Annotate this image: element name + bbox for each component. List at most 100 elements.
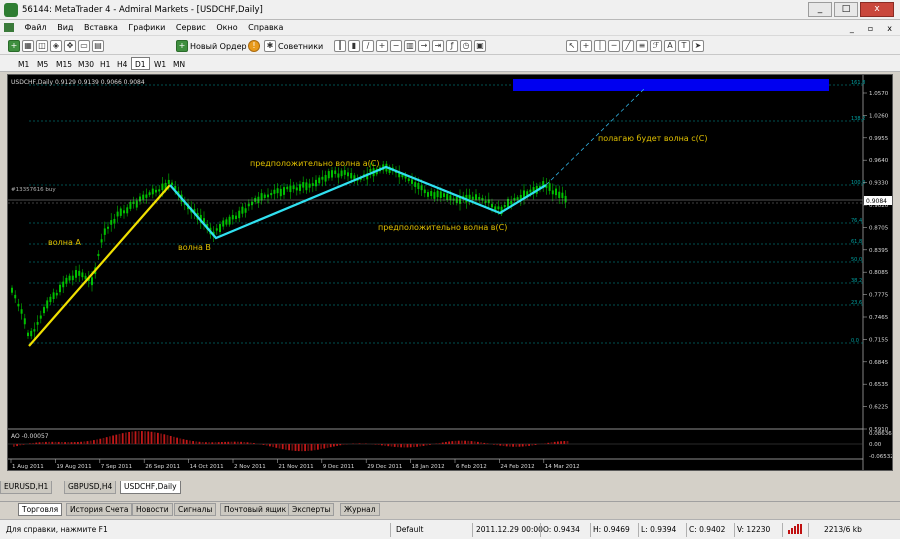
date-tick-label: 24 Feb 2012 [500,464,534,470]
target-zone-rectangle[interactable] [513,79,829,91]
cursor-icon[interactable]: ↖ [566,40,578,52]
chart-background [8,75,892,470]
status-close: C: 0.9402 [689,525,726,534]
terminal-tab-journal[interactable]: Журнал [340,503,380,516]
terminal-tab-news[interactable]: Новости [132,503,173,516]
templates-icon[interactable]: ▣ [474,40,486,52]
metaeditor-icon[interactable]: ! [248,40,260,52]
candle-body [347,172,349,177]
date-tick-label: 14 Oct 2011 [190,464,224,470]
candle-body [110,220,113,225]
timeframe-m5[interactable]: M5 [33,57,52,70]
terminal-tab-mailbox[interactable]: Почтовый ящик [220,503,291,516]
ao-bar [275,444,278,448]
data-window-icon[interactable]: ◈ [50,40,62,52]
menu-tools[interactable]: Сервис [176,20,206,35]
timeframe-mn[interactable]: MN [169,57,189,70]
menu-icon[interactable] [4,23,14,32]
menu-window[interactable]: Окно [216,20,237,35]
ao-bar [387,444,390,447]
candle-body [497,206,500,210]
candle-body [43,307,45,314]
timeframe-m30[interactable]: M30 [74,57,98,70]
candle-body [228,216,231,225]
timeframe-h1[interactable]: H1 [96,57,114,70]
fibonacci-icon[interactable]: ℱ [650,40,662,52]
autoscroll-icon[interactable]: → [418,40,430,52]
minimize-button[interactable]: _ [808,2,832,17]
expert-advisors-button[interactable]: Советники [278,42,323,51]
chart-shift-icon[interactable]: ⇥ [432,40,444,52]
bar-chart-icon[interactable]: ┃ [334,40,346,52]
new-chart-icon[interactable]: + [8,40,20,52]
ao-bar [70,442,73,444]
candle-body [145,194,148,198]
indicators-icon[interactable]: ƒ [446,40,458,52]
menu-help[interactable]: Справка [248,20,283,35]
arrows-icon[interactable]: ➤ [692,40,704,52]
terminal-tab-signals[interactable]: Сигналы [174,503,217,516]
menu-insert[interactable]: Вставка [84,20,118,35]
timeframe-h4[interactable]: H4 [113,57,131,70]
connection-bars-icon[interactable] [788,524,802,534]
periods-icon[interactable]: ◷ [460,40,472,52]
tile-windows-icon[interactable]: ▥ [404,40,416,52]
chart-tab-eurusd[interactable]: EURUSD,H1 [0,481,53,494]
candlestick-icon[interactable]: ▮ [348,40,360,52]
candle-body [260,193,263,201]
ao-bar [41,442,44,444]
market-watch-icon[interactable]: ◫ [36,40,48,52]
line-chart-icon[interactable]: ∕ [362,40,374,52]
main-toolbar: + ▦ ◫ ◈ ✥ ▭ ▤ + Новый Ордер ! ✱ Советник… [0,35,900,55]
zoom-out-icon[interactable]: − [390,40,402,52]
chart-tab-usdchf[interactable]: USDCHF,Daily [120,481,181,494]
horizontal-line-icon[interactable]: ─ [608,40,620,52]
new-order-button[interactable]: Новый Ордер [190,42,247,51]
ao-bar [521,444,524,447]
price-tick-label: 0.9640 [869,158,889,164]
text-icon[interactable]: A [664,40,676,52]
terminal-tab-history[interactable]: История Счета [66,503,133,516]
terminal-icon[interactable]: ▭ [78,40,90,52]
terminal-tab-experts[interactable]: Эксперты [288,503,335,516]
menu-file[interactable]: Файл [25,20,47,35]
strategy-tester-icon[interactable]: ▤ [92,40,104,52]
menu-charts[interactable]: Графики [128,20,165,35]
candle-body [17,303,20,307]
ao-bar [397,444,399,448]
terminal-tab-trade[interactable]: Торговля [18,503,63,516]
chart-window[interactable]: 161.8 138.2 100.0 76.4 61.8 50.0 38.2 23.6 0.0 1… [7,74,893,471]
channel-icon[interactable]: ≡ [636,40,648,52]
wave-ac-label: предположительно волна а(С) [250,159,380,168]
candle-body [343,170,346,175]
expert-advisors-icon: ✱ [264,40,276,52]
mdi-minimize-button[interactable]: _ [850,21,854,36]
trend-line-icon[interactable]: ╱ [622,40,634,52]
ao-bar [493,444,495,445]
candle-body [430,191,433,197]
timeframe-d1[interactable]: D1 [131,57,150,70]
mdi-close-button[interactable]: x [887,21,892,36]
close-button[interactable]: x [860,2,894,17]
timeframe-w1[interactable]: W1 [150,57,170,70]
timeframe-m1[interactable]: M1 [14,57,33,70]
ao-bar [96,439,98,444]
ao-bar [262,444,265,445]
chart-tab-gbpusd[interactable]: GBPUSD,H4 [64,481,117,494]
crosshair-icon[interactable]: + [580,40,592,52]
mdi-restore-button[interactable]: ▫ [868,21,873,36]
timeframe-m15[interactable]: M15 [52,57,76,70]
ao-bar [515,444,518,447]
label-icon[interactable]: T [678,40,690,52]
navigator-icon[interactable]: ✥ [64,40,76,52]
ao-bar [105,437,108,444]
ao-bar [557,441,559,444]
ao-bar [121,433,124,444]
vertical-line-icon[interactable]: │ [594,40,606,52]
menu-view[interactable]: Вид [57,20,73,35]
ao-bar [419,444,422,447]
ao-bar [205,442,207,444]
maximize-button[interactable]: □ [834,2,858,17]
zoom-in-icon[interactable]: + [376,40,388,52]
profiles-icon[interactable]: ▦ [22,40,34,52]
